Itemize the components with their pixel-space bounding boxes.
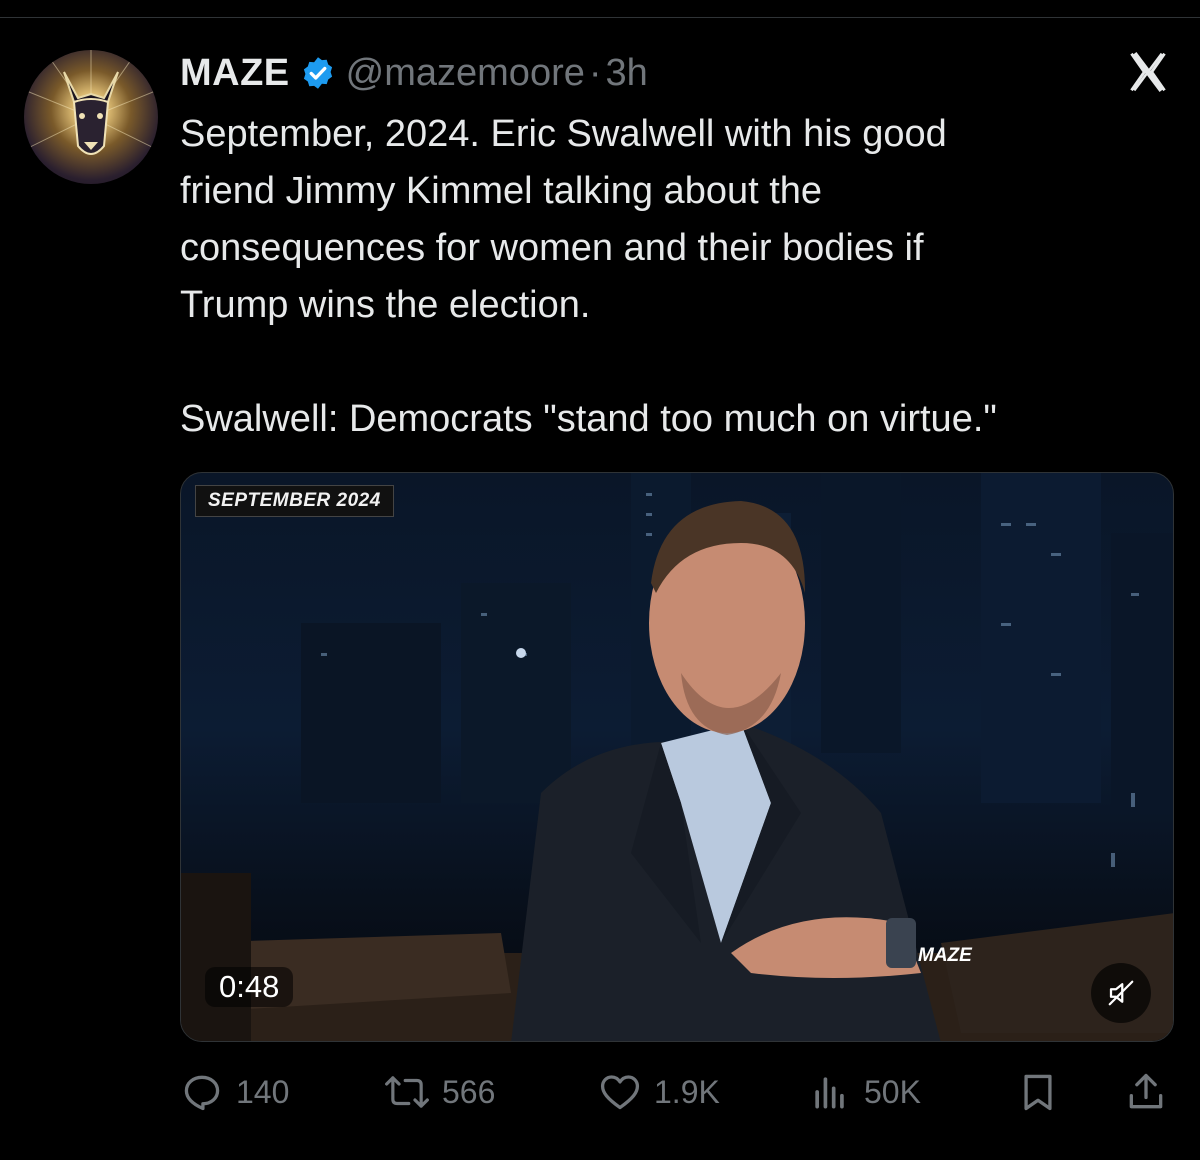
share-icon — [1129, 1073, 1163, 1109]
video-frame — [181, 473, 1173, 1041]
tweet-line: friend Jimmy Kimmel talking about the — [180, 170, 823, 212]
views-button[interactable]: 50K — [808, 1062, 921, 1122]
video-watermark: MAZE — [918, 945, 972, 966]
avatar[interactable] — [24, 50, 158, 184]
bookmark-button[interactable] — [1016, 1062, 1072, 1122]
muted-speaker-icon — [1108, 980, 1134, 1006]
x-logo-icon — [1130, 52, 1166, 92]
repost-button[interactable]: 566 — [384, 1062, 495, 1122]
video-duration: 0:48 — [205, 967, 294, 1007]
video-player[interactable]: SEPTEMBER 2024 MAZE 0:48 — [180, 472, 1174, 1042]
like-count: 1.9K — [654, 1073, 720, 1110]
doberman-logo-icon — [24, 50, 158, 155]
share-button[interactable] — [1124, 1062, 1180, 1122]
tweet-line: Trump wins the election. — [180, 284, 591, 326]
heart-icon — [600, 1075, 640, 1110]
date-tag: SEPTEMBER 2024 — [195, 485, 394, 517]
tweet-line: consequences for women and their bodies … — [180, 227, 924, 269]
reply-count: 140 — [236, 1073, 290, 1110]
reply-icon — [184, 1075, 220, 1111]
tweet-quote: Swalwell: Democrats "stand too much on v… — [180, 398, 997, 440]
repost-count: 566 — [442, 1073, 496, 1110]
like-button[interactable]: 1.9K — [598, 1062, 720, 1122]
top-divider — [0, 17, 1200, 18]
author-name[interactable]: MAZE — [180, 52, 290, 95]
view-count: 50K — [864, 1073, 921, 1110]
bookmark-icon — [1024, 1074, 1052, 1111]
separator-dot: · — [588, 51, 602, 94]
repost-icon — [385, 1076, 429, 1108]
tweet-header: MAZE @mazemoore · 3h — [180, 48, 648, 98]
tweet-line: September, 2024. Eric Swalwell with his … — [180, 113, 947, 155]
tweet-text: September, 2024. Eric Swalwell with his … — [180, 106, 1170, 448]
views-chart-icon — [815, 1077, 844, 1109]
verified-badge-icon — [303, 57, 332, 89]
mute-button[interactable] — [1091, 963, 1151, 1023]
author-handle[interactable]: @mazemoore — [346, 52, 585, 95]
post-time[interactable]: 3h — [606, 52, 648, 95]
action-bar: 140 566 1.9K 50K — [180, 1062, 1170, 1122]
reply-button[interactable]: 140 — [180, 1062, 289, 1122]
